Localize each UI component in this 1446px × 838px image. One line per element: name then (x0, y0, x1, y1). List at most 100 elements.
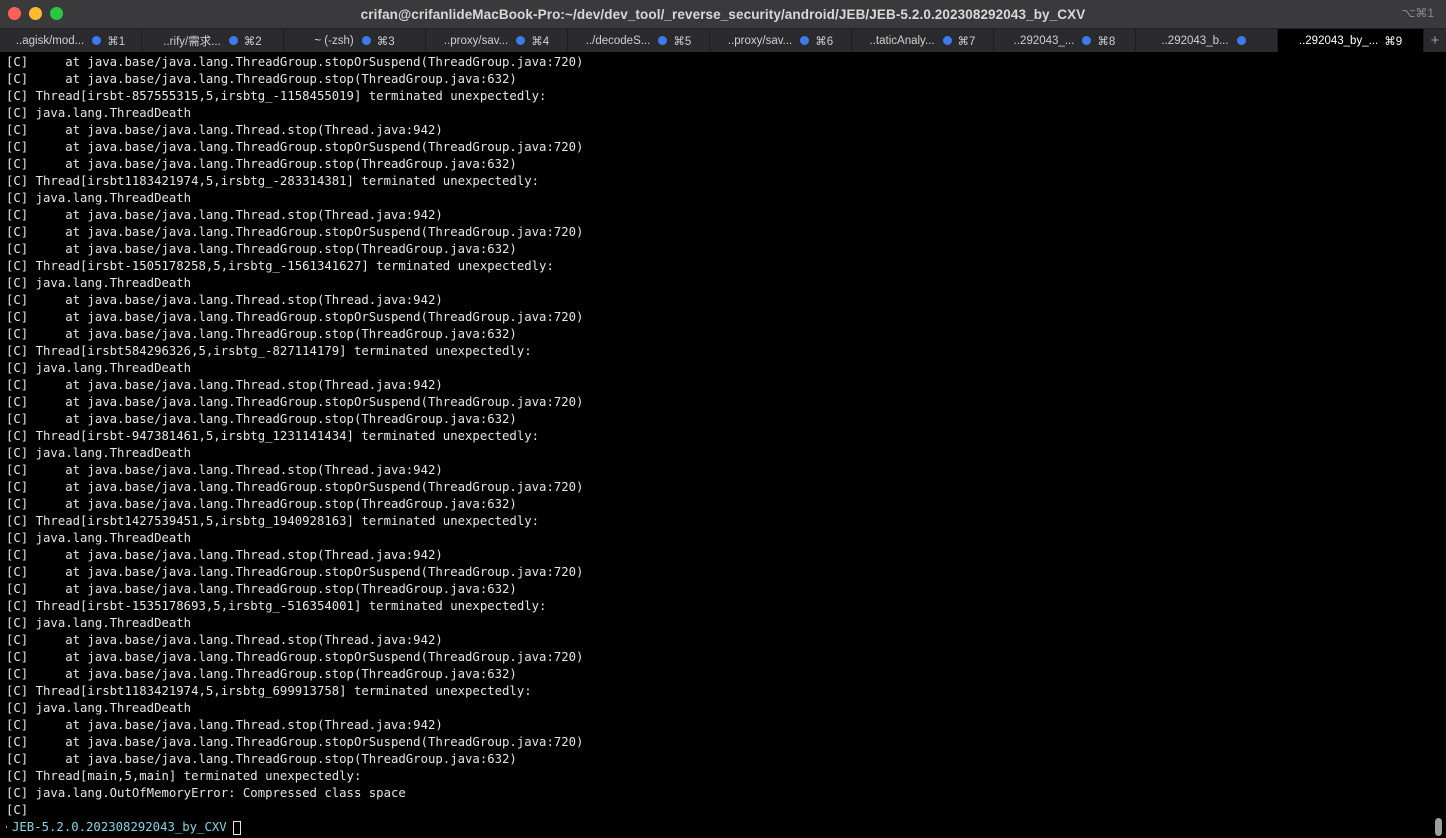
tab-10-active[interactable]: ..292043_by_... ⌘9 (1278, 29, 1424, 52)
tab-6[interactable]: ..proxy/sav... ⌘6 (710, 29, 852, 52)
activity-dot-icon (800, 36, 810, 45)
tab-3[interactable]: ~ (-zsh) ⌘3 (284, 29, 426, 52)
terminal-line: [C] at java.base/java.lang.ThreadGroup.s… (6, 667, 517, 681)
window-titlebar: crifan@crifanlideMacBook-Pro:~/dev/dev_t… (0, 0, 1446, 29)
terminal-line: [C] at java.base/java.lang.Thread.stop(T… (6, 633, 443, 647)
tab-5[interactable]: ../decodeS... ⌘5 (568, 29, 710, 52)
terminal-line: [C] Thread[irsbt-857555315,5,irsbtg_-115… (6, 89, 547, 103)
tab-4[interactable]: ..proxy/sav... ⌘4 (426, 29, 568, 52)
tab-shortcut: ⌘5 (673, 35, 692, 48)
tab-label: ..agisk/mod... (15, 34, 85, 47)
terminal-line: [C] at java.base/java.lang.ThreadGroup.s… (6, 480, 584, 494)
tab-label: ..292043_... (1013, 34, 1075, 47)
tab-1[interactable]: ..agisk/mod... ⌘1 (0, 29, 142, 52)
terminal-line: [C] at java.base/java.lang.ThreadGroup.s… (6, 752, 517, 766)
window-title: crifan@crifanlideMacBook-Pro:~/dev/dev_t… (360, 6, 1086, 22)
terminal-line: [C] at java.base/java.lang.ThreadGroup.s… (6, 72, 517, 86)
terminal-line: [C] at java.base/java.lang.Thread.stop(T… (6, 123, 443, 137)
scrollbar-thumb[interactable] (1435, 818, 1442, 836)
tab-shortcut: ⌘6 (815, 35, 834, 48)
activity-dot-icon (942, 36, 952, 45)
tab-label: ..proxy/sav... (727, 34, 793, 47)
terminal-line: [C] at java.base/java.lang.ThreadGroup.s… (6, 582, 517, 596)
terminal-line: [C] at java.base/java.lang.ThreadGroup.s… (6, 395, 584, 409)
terminal-line: [C] at java.base/java.lang.Thread.stop(T… (6, 463, 443, 477)
terminal-line: [C] Thread[main,5,main] terminated unexp… (6, 769, 362, 783)
terminal-line: [C] Thread[irsbt-1535178693,5,irsbtg_-51… (6, 599, 547, 613)
terminal-line: [C] at java.base/java.lang.ThreadGroup.s… (6, 225, 584, 239)
terminal-line: [C] at java.base/java.lang.Thread.stop(T… (6, 293, 443, 307)
text-cursor[interactable] (232, 820, 241, 835)
terminal-line: [C] at java.base/java.lang.ThreadGroup.s… (6, 412, 517, 426)
tab-bar: ..agisk/mod... ⌘1 ..rify/需求... ⌘2 ~ (-zs… (0, 29, 1446, 52)
window-controls (8, 7, 63, 20)
plus-icon: + (1430, 32, 1440, 49)
terminal-line: [C] at java.base/java.lang.ThreadGroup.s… (6, 310, 584, 324)
tab-label: ..rify/需求... (163, 35, 221, 48)
terminal-line: [C] java.lang.ThreadDeath (6, 701, 192, 715)
tab-label: ~ (-zsh) (314, 34, 354, 47)
terminal-line: [C] at java.base/java.lang.Thread.stop(T… (6, 548, 443, 562)
terminal-line: [C] Thread[irsbt-1505178258,5,irsbtg_-15… (6, 259, 554, 273)
minimize-window-button[interactable] (29, 7, 42, 20)
terminal-lines: [C] at java.base/java.lang.ThreadGroup.s… (6, 54, 1426, 819)
tab-shortcut: ⌘4 (531, 35, 550, 48)
terminal-line: [C] java.lang.OutOfMemoryError: Compress… (6, 786, 406, 800)
terminal-line: [C] java.lang.ThreadDeath (6, 276, 192, 290)
tab-9[interactable]: ..292043_b... (1136, 29, 1278, 52)
terminal-line: [C] at java.base/java.lang.ThreadGroup.s… (6, 565, 584, 579)
terminal-line: [C] at java.base/java.lang.ThreadGroup.s… (6, 242, 517, 256)
tab-label: ..proxy/sav... (443, 34, 509, 47)
terminal-line: [C] (6, 803, 29, 817)
tab-shortcut: ⌘9 (1384, 35, 1403, 48)
terminal-line: [C] at java.base/java.lang.Thread.stop(T… (6, 718, 443, 732)
terminal-line: [C] Thread[irsbt584296326,5,irsbtg_-8271… (6, 344, 532, 358)
new-tab-button[interactable]: + (1424, 29, 1446, 52)
terminal-line: [C] at java.base/java.lang.ThreadGroup.s… (6, 735, 584, 749)
terminal-line: [C] at java.base/java.lang.ThreadGroup.s… (6, 497, 517, 511)
tab-label: ..292043_by_... (1298, 34, 1379, 47)
zoom-window-button[interactable] (50, 7, 63, 20)
prompt-directory: JEB-5.2.0.202308292043_by_CXV (12, 820, 227, 834)
activity-dot-icon (228, 36, 238, 45)
close-window-button[interactable] (8, 7, 21, 20)
tab-shortcut: ⌘8 (1097, 35, 1116, 48)
terminal-line: [C] Thread[irsbt-947381461,5,irsbtg_1231… (6, 429, 540, 443)
activity-dot-icon (1236, 36, 1246, 45)
terminal-line: [C] Thread[irsbt1183421974,5,irsbtg_-283… (6, 174, 540, 188)
terminal-output[interactable]: [C] at java.base/java.lang.ThreadGroup.s… (6, 54, 1426, 838)
tab-2[interactable]: ..rify/需求... ⌘2 (142, 29, 284, 52)
activity-dot-icon (92, 36, 102, 45)
terminal-line: [C] Thread[irsbt1183421974,5,irsbtg_6999… (6, 684, 532, 698)
terminal-line: [C] at java.base/java.lang.Thread.stop(T… (6, 378, 443, 392)
terminal-line: [C] Thread[irsbt1427539451,5,irsbtg_1940… (6, 514, 540, 528)
terminal-line: [C] java.lang.ThreadDeath (6, 616, 192, 630)
tab-label: ..292043_b... (1161, 34, 1229, 47)
window-shortcut: ⌥⌘1 (1401, 6, 1434, 20)
terminal-line: [C] at java.base/java.lang.ThreadGroup.s… (6, 327, 517, 341)
tab-8[interactable]: ..292043_... ⌘8 (994, 29, 1136, 52)
tab-shortcut: ⌘2 (243, 35, 262, 48)
terminal-line: [C] at java.base/java.lang.ThreadGroup.s… (6, 650, 584, 664)
tab-shortcut: ⌘1 (107, 35, 126, 48)
tab-shortcut: ⌘3 (376, 35, 395, 48)
terminal-scrollbar[interactable] (1433, 54, 1442, 838)
terminal-line: [C] at java.base/java.lang.Thread.stop(T… (6, 208, 443, 222)
activity-dot-icon (361, 36, 371, 45)
tab-label: ../decodeS... (585, 34, 651, 47)
activity-dot-icon (1082, 36, 1092, 45)
terminal-line: [C] at java.base/java.lang.ThreadGroup.s… (6, 140, 584, 154)
terminal-line: [C] at java.base/java.lang.ThreadGroup.s… (6, 55, 584, 69)
terminal-line: [C] java.lang.ThreadDeath (6, 191, 192, 205)
tab-label: ..taticAnaly... (869, 34, 935, 47)
terminal-line: [C] java.lang.ThreadDeath (6, 106, 192, 120)
activity-dot-icon (658, 36, 668, 45)
tab-shortcut: ⌘7 (957, 35, 976, 48)
terminal-line: [C] java.lang.ThreadDeath (6, 361, 192, 375)
terminal-line: [C] at java.base/java.lang.ThreadGroup.s… (6, 157, 517, 171)
tab-7[interactable]: ..taticAnaly... ⌘7 (852, 29, 994, 52)
prompt-line: ➜ JEB-5.2.0.202308292043_by_CXV (6, 819, 1426, 836)
activity-dot-icon (516, 36, 526, 45)
terminal-line: [C] java.lang.ThreadDeath (6, 531, 192, 545)
terminal-line: [C] java.lang.ThreadDeath (6, 446, 192, 460)
